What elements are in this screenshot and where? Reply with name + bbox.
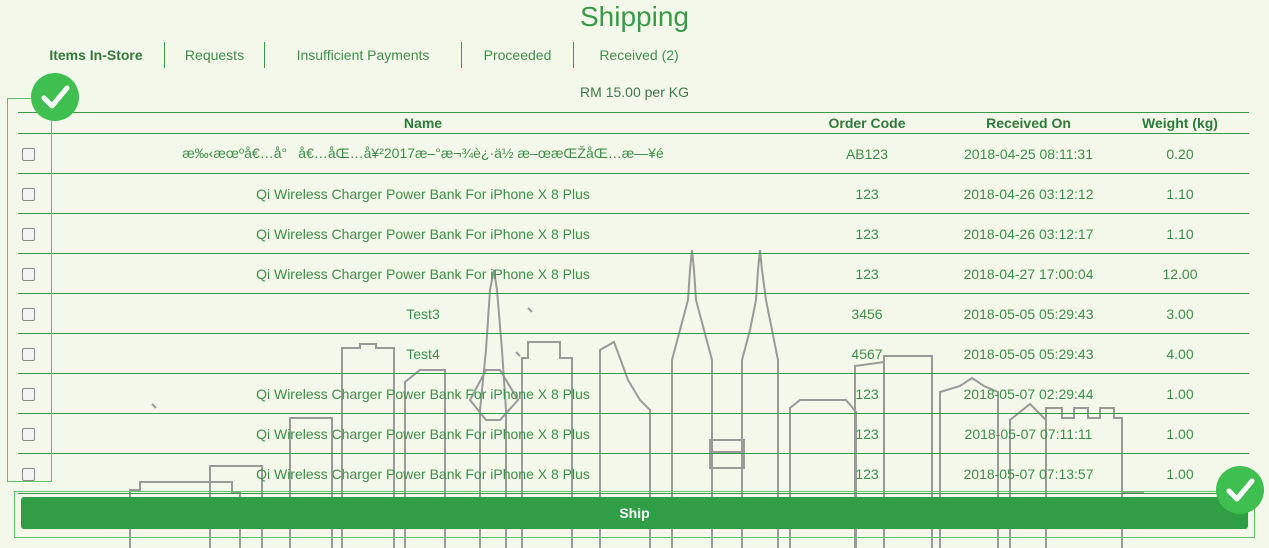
weight: 1.00 xyxy=(1111,413,1249,454)
table-row: Test3 3456 2018-05-05 05:29:43 3.00 xyxy=(18,293,1249,334)
tab-items-in-store[interactable]: Items In-Store xyxy=(28,42,165,68)
received-on: 2018-05-07 02:29:44 xyxy=(946,373,1111,414)
received-on: 2018-04-26 03:12:17 xyxy=(946,213,1111,254)
shipping-rate: RM 15.00 per KG xyxy=(580,84,689,100)
name-column-header[interactable]: Name xyxy=(58,112,788,134)
table-header-row: Name Order Code Received On Weight (kg) xyxy=(18,112,1249,134)
order-code: 123 xyxy=(788,173,946,214)
order-code: 4567 xyxy=(788,333,946,374)
weight: 3.00 xyxy=(1111,293,1249,334)
table-row: æ‰‹æœºå€…å°å€…åŒ…å¥²2017æ–°æ¬¾è¿·ä½ æ–œ… xyxy=(18,133,1249,174)
weight: 1.10 xyxy=(1111,213,1249,254)
checkmark-icon xyxy=(1216,466,1264,514)
item-name: æ‰‹æœºå€…å°å€…åŒ…å¥²2017æ–°æ¬¾è¿·ä½ æ–œ… xyxy=(58,133,788,174)
order-code: 3456 xyxy=(788,293,946,334)
weight: 12.00 xyxy=(1111,253,1249,294)
order-code: 123 xyxy=(788,413,946,454)
item-name: Qi Wireless Charger Power Bank For iPhon… xyxy=(58,373,788,414)
table-row: Qi Wireless Charger Power Bank For iPhon… xyxy=(18,213,1249,254)
tab-bar: Items In-Store Requests Insufficient Pay… xyxy=(28,42,704,68)
item-name: Qi Wireless Charger Power Bank For iPhon… xyxy=(58,413,788,454)
received-on: 2018-04-25 08:11:31 xyxy=(946,133,1111,174)
table-row: Qi Wireless Charger Power Bank For iPhon… xyxy=(18,373,1249,414)
tab-requests[interactable]: Requests xyxy=(165,42,265,68)
item-name: Qi Wireless Charger Power Bank For iPhon… xyxy=(58,453,788,494)
table-row: Test4 4567 2018-05-05 05:29:43 4.00 xyxy=(18,333,1249,374)
order-code: 123 xyxy=(788,453,946,494)
table-row: Qi Wireless Charger Power Bank For iPhon… xyxy=(18,413,1249,454)
ship-button[interactable]: Ship xyxy=(21,497,1248,529)
item-name: Qi Wireless Charger Power Bank For iPhon… xyxy=(58,253,788,294)
order-code: 123 xyxy=(788,213,946,254)
received-on: 2018-04-26 03:12:12 xyxy=(946,173,1111,214)
page-title: Shipping xyxy=(580,1,689,32)
weight: 4.00 xyxy=(1111,333,1249,374)
items-table: Name Order Code Received On Weight (kg) … xyxy=(18,112,1249,494)
tab-received[interactable]: Received (2) xyxy=(574,42,704,68)
received-on-column-header[interactable]: Received On xyxy=(946,112,1111,134)
order-code: 123 xyxy=(788,373,946,414)
order-code: AB123 xyxy=(788,133,946,174)
weight-column-header[interactable]: Weight (kg) xyxy=(1111,112,1249,134)
item-name: Qi Wireless Charger Power Bank For iPhon… xyxy=(58,213,788,254)
order-code-column-header[interactable]: Order Code xyxy=(788,112,946,134)
checkmark-icon xyxy=(31,73,79,121)
table-row: Qi Wireless Charger Power Bank For iPhon… xyxy=(18,453,1249,494)
item-name: Test3 xyxy=(58,293,788,334)
selection-highlight xyxy=(7,98,52,482)
received-on: 2018-05-05 05:29:43 xyxy=(946,333,1111,374)
tab-proceeded[interactable]: Proceeded xyxy=(462,42,574,68)
table-row: Qi Wireless Charger Power Bank For iPhon… xyxy=(18,253,1249,294)
table-row: Qi Wireless Charger Power Bank For iPhon… xyxy=(18,173,1249,214)
weight: 0.20 xyxy=(1111,133,1249,174)
tab-insufficient-payments[interactable]: Insufficient Payments xyxy=(265,42,462,68)
received-on: 2018-05-07 07:11:11 xyxy=(946,413,1111,454)
received-on: 2018-05-07 07:13:57 xyxy=(946,453,1111,494)
item-name: Qi Wireless Charger Power Bank For iPhon… xyxy=(58,173,788,214)
received-on: 2018-04-27 17:00:04 xyxy=(946,253,1111,294)
item-name: Test4 xyxy=(58,333,788,374)
weight: 1.10 xyxy=(1111,173,1249,214)
weight: 1.00 xyxy=(1111,373,1249,414)
order-code: 123 xyxy=(788,253,946,294)
received-on: 2018-05-05 05:29:43 xyxy=(946,293,1111,334)
